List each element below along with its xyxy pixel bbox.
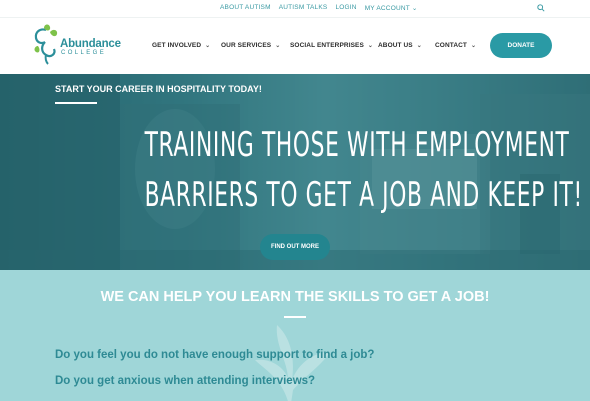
chevron-down-icon: ⌄ — [416, 43, 422, 49]
link-my-account[interactable]: MY ACCOUNT ⌄ — [365, 4, 418, 12]
nav-label: ABOUT US — [378, 42, 413, 49]
brain-leaf-logo-icon — [34, 24, 58, 65]
utility-bar: ABOUT AUTISM AUTISM TALKS LOGIN MY ACCOU… — [0, 0, 590, 18]
question-item: Do you get anxious when attending interv… — [55, 375, 316, 387]
nav-label: CONTACT — [435, 42, 467, 49]
chevron-down-icon: ⌄ — [471, 43, 477, 49]
tagline-underline — [55, 102, 97, 104]
nav-get-involved[interactable]: GET INVOLVED ⌄ — [152, 42, 210, 49]
question-item: Do you feel you do not have enough suppo… — [55, 349, 375, 361]
find-out-more-button[interactable]: FIND OUT MORE — [260, 234, 330, 260]
site-header: Abundance COLLEGE GET INVOLVED ⌄ OUR SERV… — [0, 18, 590, 74]
nav-contact[interactable]: CONTACT ⌄ — [435, 42, 476, 49]
hero-banner: START YOUR CAREER IN HOSPITALITY TODAY! … — [0, 74, 590, 270]
section-heading: WE CAN HELP YOU LEARN THE SKILLS TO GET … — [100, 289, 490, 305]
chevron-down-icon: ⌄ — [275, 43, 281, 49]
nav-our-services[interactable]: OUR SERVICES ⌄ — [221, 42, 280, 49]
link-about-autism[interactable]: ABOUT AUTISM — [220, 4, 271, 12]
logo-wordmark: Abundance — [60, 38, 121, 50]
chevron-down-icon: ⌄ — [205, 43, 211, 49]
headline-line-1: TRAINING THOSE WITH EMPLOYMENT — [144, 125, 570, 165]
logo-subtitle: COLLEGE — [61, 50, 107, 56]
heading-underline — [284, 316, 306, 318]
nav-social-enterprises[interactable]: SOCIAL ENTERPRISES ⌄ — [290, 42, 373, 49]
headline-line-2: BARRIERS TO GET A JOB AND KEEP IT! — [144, 175, 583, 215]
link-login[interactable]: LOGIN — [335, 4, 356, 12]
donate-button[interactable]: DONATE — [490, 33, 552, 58]
nav-label: SOCIAL ENTERPRISES — [290, 42, 364, 49]
logo[interactable]: Abundance COLLEGE — [32, 24, 122, 66]
hero-tagline: START YOUR CAREER IN HOSPITALITY TODAY! — [55, 84, 262, 94]
skills-section: WE CAN HELP YOU LEARN THE SKILLS TO GET … — [0, 270, 590, 401]
link-autism-talks[interactable]: AUTISM TALKS — [279, 4, 328, 12]
hero-headline: TRAINING THOSE WITH EMPLOYMENT BARRIERS … — [144, 120, 583, 220]
nav-label: GET INVOLVED — [152, 42, 202, 49]
nav-label: OUR SERVICES — [221, 42, 272, 49]
nav-about-us[interactable]: ABOUT US ⌄ — [378, 42, 422, 49]
chevron-down-icon: ⌄ — [367, 43, 374, 49]
utility-links: ABOUT AUTISM AUTISM TALKS LOGIN MY ACCOU… — [220, 4, 417, 12]
chevron-down-icon: ⌄ — [411, 5, 418, 12]
my-account-label: MY ACCOUNT — [364, 5, 410, 12]
search-icon[interactable] — [537, 4, 545, 12]
